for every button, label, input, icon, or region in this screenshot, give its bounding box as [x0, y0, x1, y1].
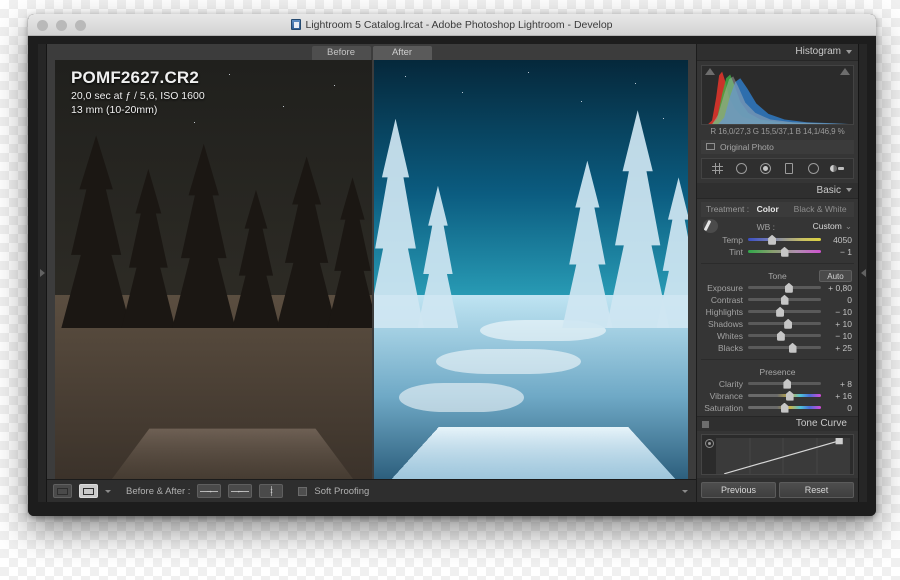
tone-curve-header[interactable]: Tone Curve — [697, 415, 858, 432]
develop-tool-strip — [701, 158, 854, 179]
right-panel-toggle[interactable] — [858, 44, 867, 502]
photo-info-overlay: POMF2627.CR2 20,0 sec at ƒ / 5,6, ISO 16… — [71, 68, 205, 116]
triangle-down-icon[interactable] — [846, 49, 852, 54]
crop-grid-icon[interactable] — [711, 162, 724, 175]
loupe-view-icon[interactable] — [53, 484, 72, 498]
before-after-tabs: Before After — [47, 44, 696, 60]
slider-shadows[interactable]: Shadows + 10 — [703, 318, 852, 330]
slider-temp[interactable]: Temp 4050 — [703, 234, 852, 246]
histogram-curves — [708, 71, 853, 124]
previous-button[interactable]: Previous — [701, 482, 776, 498]
tone-curve-line — [724, 438, 843, 475]
wb-row: WB : Custom ⌄ — [703, 219, 852, 234]
auto-tone-button[interactable]: Auto — [819, 269, 852, 282]
original-photo-row[interactable]: Original Photo — [701, 139, 854, 155]
treatment-row: Treatment : Color Black & White — [701, 202, 854, 217]
divider — [701, 358, 854, 360]
basic-title: Basic — [816, 184, 841, 196]
chevron-down-icon[interactable] — [105, 489, 111, 493]
slider-highlights[interactable]: Highlights − 10 — [703, 306, 852, 318]
tone-curve-indicator-icon — [702, 420, 709, 428]
rectangle-icon — [706, 143, 715, 151]
toolbar-chevron-down-icon[interactable] — [682, 489, 688, 493]
treatment-color-option[interactable]: Color — [749, 204, 786, 214]
tone-title-row: Tone Auto — [703, 269, 852, 282]
radial-filter-icon[interactable] — [807, 162, 820, 175]
tone-curve-grid[interactable] — [716, 438, 850, 475]
copy-settings-after-to-before-button[interactable]: → — [197, 484, 222, 498]
tone-curve-graph[interactable] — [701, 434, 854, 475]
triangle-down-icon[interactable] — [846, 188, 852, 193]
chevron-right-icon — [39, 269, 45, 277]
slider-contrast[interactable]: Contrast 0 — [703, 294, 852, 306]
red-eye-icon[interactable] — [759, 162, 772, 175]
slider-clarity[interactable]: Clarity + 8 — [703, 378, 852, 390]
left-panel-toggle[interactable] — [38, 44, 47, 502]
tone-curve-title: Tone Curve — [795, 418, 847, 430]
app-content: Before After POMF2627.CR2 20,0 sec at ƒ … — [38, 44, 867, 502]
histogram-title: Histogram — [795, 46, 841, 58]
rgb-readout: R 16,0/27,3 G 15,5/37,1 B 14,1/46,9 % — [710, 126, 845, 136]
lightroom-window: Lightroom 5 Catalog.lrcat - Adobe Photos… — [28, 14, 876, 516]
target-adjustment-icon[interactable] — [705, 439, 714, 449]
panel-button-row: Previous Reset — [697, 478, 858, 502]
chevron-down-icon: ⌄ — [844, 221, 852, 232]
swap-before-and-after-button[interactable]: ↕ — [259, 484, 284, 498]
wb-label: WB : — [756, 221, 775, 232]
tone-title: Tone — [768, 270, 787, 281]
spot-removal-icon[interactable] — [735, 162, 748, 175]
slider-tint[interactable]: Tint − 1 — [703, 246, 852, 258]
divider — [701, 262, 854, 264]
basic-header[interactable]: Basic — [697, 182, 858, 200]
histogram-header[interactable]: Histogram — [697, 44, 858, 61]
photo-lens: 13 mm (10-20mm) — [71, 104, 158, 116]
wb-value[interactable]: Custom ⌄ — [813, 221, 852, 232]
highlight-clipping-indicator[interactable] — [840, 67, 850, 75]
window-title-text: Lightroom 5 Catalog.lrcat - Adobe Photos… — [305, 19, 613, 31]
before-after-view-icon[interactable] — [79, 484, 98, 498]
white-balance-section: WB : Custom ⌄ Temp 4050 Tint − 1 — [697, 217, 858, 260]
soft-proofing-label: Soft Proofing — [314, 485, 370, 497]
slider-vibrance[interactable]: Vibrance + 16 — [703, 390, 852, 402]
presence-title: Presence — [759, 366, 796, 377]
right-panel: Histogram R 16,0/27,3 G 15,5/37,1 B 14,1… — [696, 44, 858, 502]
photo-filename: POMF2627.CR2 — [71, 68, 200, 87]
shadow-clipping-indicator[interactable] — [705, 67, 715, 75]
slider-blacks[interactable]: Blacks + 25 — [703, 342, 852, 354]
photo-exposure: 20,0 sec at ƒ / 5,6, ISO 1600 — [71, 90, 205, 102]
after-image-pane[interactable] — [371, 60, 688, 479]
temp-track[interactable] — [748, 234, 821, 245]
reset-button[interactable]: Reset — [779, 482, 854, 498]
tab-before[interactable]: Before — [311, 46, 371, 60]
before-after-label: Before & After : — [126, 485, 191, 497]
before-image-pane[interactable]: POMF2627.CR2 20,0 sec at ƒ / 5,6, ISO 16… — [55, 60, 372, 479]
copy-settings-before-to-after-button[interactable]: ← — [228, 484, 253, 498]
slider-whites[interactable]: Whites − 10 — [703, 330, 852, 342]
tone-section: Tone Auto Exposure + 0,80 Contrast 0 Hig… — [697, 267, 858, 356]
before-road — [111, 428, 353, 479]
window-title: Lightroom 5 Catalog.lrcat - Adobe Photos… — [28, 14, 876, 36]
treatment-bw-option[interactable]: Black & White — [786, 204, 854, 214]
adjustment-brush-icon[interactable] — [830, 162, 845, 175]
image-display-area[interactable]: POMF2627.CR2 20,0 sec at ƒ / 5,6, ISO 16… — [47, 60, 696, 479]
slider-exposure[interactable]: Exposure + 0,80 — [703, 282, 852, 294]
lightroom-document-icon — [291, 19, 302, 30]
graduated-filter-icon[interactable] — [783, 162, 796, 175]
chevron-left-icon — [860, 269, 866, 277]
presence-section: Presence Clarity + 8 Vibrance + 16 Satur… — [697, 363, 858, 416]
soft-proofing-checkbox[interactable] — [298, 486, 308, 496]
tab-after[interactable]: After — [372, 46, 432, 60]
white-balance-selector-icon[interactable] — [703, 219, 719, 234]
center-column: Before After POMF2627.CR2 20,0 sec at ƒ … — [47, 44, 696, 502]
slider-saturation[interactable]: Saturation 0 — [703, 402, 852, 414]
tint-track[interactable] — [748, 246, 821, 257]
original-photo-label: Original Photo — [720, 141, 774, 152]
bottom-toolbar: Before & After : → ← ↕ Soft Proofing — [47, 479, 696, 502]
title-bar: Lightroom 5 Catalog.lrcat - Adobe Photos… — [28, 14, 876, 36]
histogram-graph[interactable] — [701, 64, 854, 125]
app-body: Before After POMF2627.CR2 20,0 sec at ƒ … — [28, 36, 876, 516]
treatment-label: Treatment : — [706, 204, 750, 215]
after-road — [392, 427, 676, 479]
